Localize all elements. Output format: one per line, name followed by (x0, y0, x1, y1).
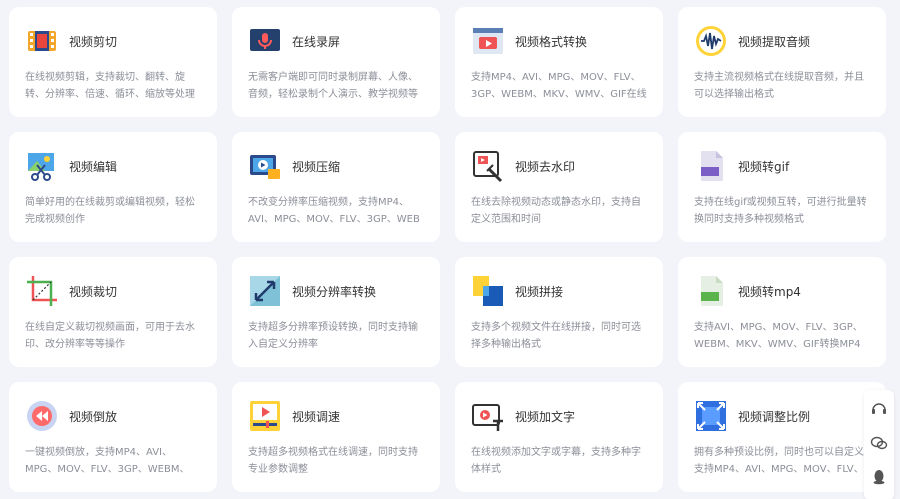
speed-adjust-icon (248, 399, 282, 433)
tool-description: 支持多个视频文件在线拼接，同时可选择多种输出格式 (471, 322, 641, 350)
tool-title: 视频格式转换 (515, 34, 588, 49)
aspect-ratio-icon (694, 399, 728, 433)
gif-file-icon (694, 149, 728, 183)
resolution-arrows-icon (248, 274, 282, 308)
tool-card-extract-audio[interactable]: 视频提取音频 支持主流视频格式在线提取音频，并且可以选择输出格式 (678, 7, 886, 117)
tool-description: 不改变分辨率压缩视频，支持MP4、AVI、MPG、MOV、FLV、3GP、WEB (248, 197, 420, 225)
video-window-icon (471, 24, 505, 58)
tool-title: 视频裁切 (69, 284, 118, 299)
tool-title: 视频转mp4 (738, 284, 801, 299)
tool-description: 支持超多分辨率预设转换，同时支持输入自定义分辨率 (248, 322, 418, 350)
tool-title: 视频压缩 (292, 159, 341, 174)
tool-title: 视频转gif (738, 159, 790, 174)
tool-description: 在线视频添加文字或字幕，支持多种字体样式 (471, 447, 641, 475)
tool-title: 视频分辨率转换 (292, 284, 377, 299)
tool-title: 视频调整比例 (738, 409, 811, 424)
tool-title: 视频去水印 (515, 159, 576, 174)
tool-description: 支持AVI、MPG、MOV、FLV、3GP、WEBM、MKV、WMV、GIF转换… (694, 322, 863, 350)
tool-card-video-compress[interactable]: 视频压缩 不改变分辨率压缩视频，支持MP4、AVI、MPG、MOV、FLV、3G… (232, 132, 440, 242)
tool-card-merge[interactable]: 视频拼接 支持多个视频文件在线拼接，同时可选择多种输出格式 (455, 257, 663, 367)
floating-sidebar (864, 390, 894, 499)
tool-card-to-mp4[interactable]: 视频转mp4 支持AVI、MPG、MOV、FLV、3GP、WEBM、MKV、WM… (678, 257, 886, 367)
tool-card-video-edit[interactable]: 视频编辑 简单好用的在线裁剪或编辑视频，轻松完成视频创作 (9, 132, 217, 242)
tool-description: 拥有多种预设比例，同时也可以自定义支持MP4、AVI、MPG、MOV、FLV、3 (694, 447, 870, 475)
crop-icon (25, 274, 59, 308)
tool-card-resolution[interactable]: 视频分辨率转换 支持超多分辨率预设转换，同时支持输入自定义分辨率 (232, 257, 440, 367)
tool-card-format-convert[interactable]: 视频格式转换 支持MP4、AVI、MPG、MOV、FLV、3GP、WEBM、MK… (455, 7, 663, 117)
tool-card-add-text[interactable]: 视频加文字 在线视频添加文字或字幕，支持多种字体样式 (455, 382, 663, 492)
tool-card-video-crop[interactable]: 视频裁切 在线自定义裁切视频画面，可用于去水印、改分辨率等等操作 (9, 257, 217, 367)
film-strip-icon (25, 24, 59, 58)
tool-title: 视频倒放 (69, 409, 118, 424)
video-text-icon (471, 399, 505, 433)
tool-card-reverse[interactable]: 视频倒放 一键视频倒放，支持MP4、AVI、MPG、MOV、FLV、3GP、WE… (9, 382, 217, 492)
tool-card-remove-watermark[interactable]: 视频去水印 在线去除视频动态或静态水印，支持自定义范围和时间 (455, 132, 663, 242)
tool-grid: 视频剪切 在线视频剪辑，支持裁切、翻转、旋转、分辨率、倍速、循环、缩放等处理 在… (9, 7, 889, 492)
tool-description: 支持在线gif或视频互转，可进行批量转换同时支持多种视频格式 (694, 197, 867, 225)
microphone-screen-icon (248, 24, 282, 58)
tool-title: 视频剪切 (69, 34, 118, 49)
tool-description: 在线去除视频动态或静态水印，支持自定义范围和时间 (471, 197, 641, 225)
tool-title: 在线录屏 (292, 34, 341, 49)
tool-card-aspect-ratio[interactable]: 视频调整比例 拥有多种预设比例，同时也可以自定义支持MP4、AVI、MPG、MO… (678, 382, 886, 492)
mp4-file-icon (694, 274, 728, 308)
tool-description: 在线自定义裁切视频画面，可用于去水印、改分辨率等等操作 (25, 322, 195, 350)
qq-icon (870, 468, 888, 490)
tool-title: 视频调速 (292, 409, 341, 424)
video-scissors-icon (25, 149, 59, 183)
video-compress-icon (248, 149, 282, 183)
watermark-remove-icon (471, 149, 505, 183)
merge-blocks-icon (471, 274, 505, 308)
waveform-icon (694, 24, 728, 58)
tool-description: 支持MP4、AVI、MPG、MOV、FLV、3GP、WEBM、MKV、WMV、G… (471, 72, 647, 100)
wechat-icon (870, 434, 888, 456)
tool-description: 支持超多视频格式在线调速，同时支持专业参数调整 (248, 447, 418, 475)
tool-description: 简单好用的在线裁剪或编辑视频，轻松完成视频创作 (25, 197, 195, 225)
tool-description: 一键视频倒放，支持MP4、AVI、MPG、MOV、FLV、3GP、WEBM、MK (25, 447, 190, 475)
tool-title: 视频拼接 (515, 284, 564, 299)
tool-card-screen-record[interactable]: 在线录屏 无需客户端即可同时录制屏幕、人像、音频，轻松录制个人演示、教学视频等 (232, 7, 440, 117)
wechat-button[interactable] (866, 428, 892, 462)
tool-card-to-gif[interactable]: 视频转gif 支持在线gif或视频互转，可进行批量转换同时支持多种视频格式 (678, 132, 886, 242)
tool-title: 视频编辑 (69, 159, 118, 174)
tool-description: 在线视频剪辑，支持裁切、翻转、旋转、分辨率、倍速、循环、缩放等处理 (25, 72, 195, 100)
tool-description: 支持主流视频格式在线提取音频，并且可以选择输出格式 (694, 72, 864, 100)
customer-service-button[interactable] (866, 394, 892, 428)
tool-description: 无需客户端即可同时录制屏幕、人像、音频，轻松录制个人演示、教学视频等 (248, 72, 418, 100)
tool-title: 视频加文字 (515, 409, 576, 424)
tool-title: 视频提取音频 (738, 34, 811, 49)
qq-button[interactable] (866, 462, 892, 496)
headset-icon (870, 400, 888, 422)
rewind-icon (25, 399, 59, 433)
tool-card-speed[interactable]: 视频调速 支持超多视频格式在线调速，同时支持专业参数调整 (232, 382, 440, 492)
tool-card-video-cut[interactable]: 视频剪切 在线视频剪辑，支持裁切、翻转、旋转、分辨率、倍速、循环、缩放等处理 (9, 7, 217, 117)
